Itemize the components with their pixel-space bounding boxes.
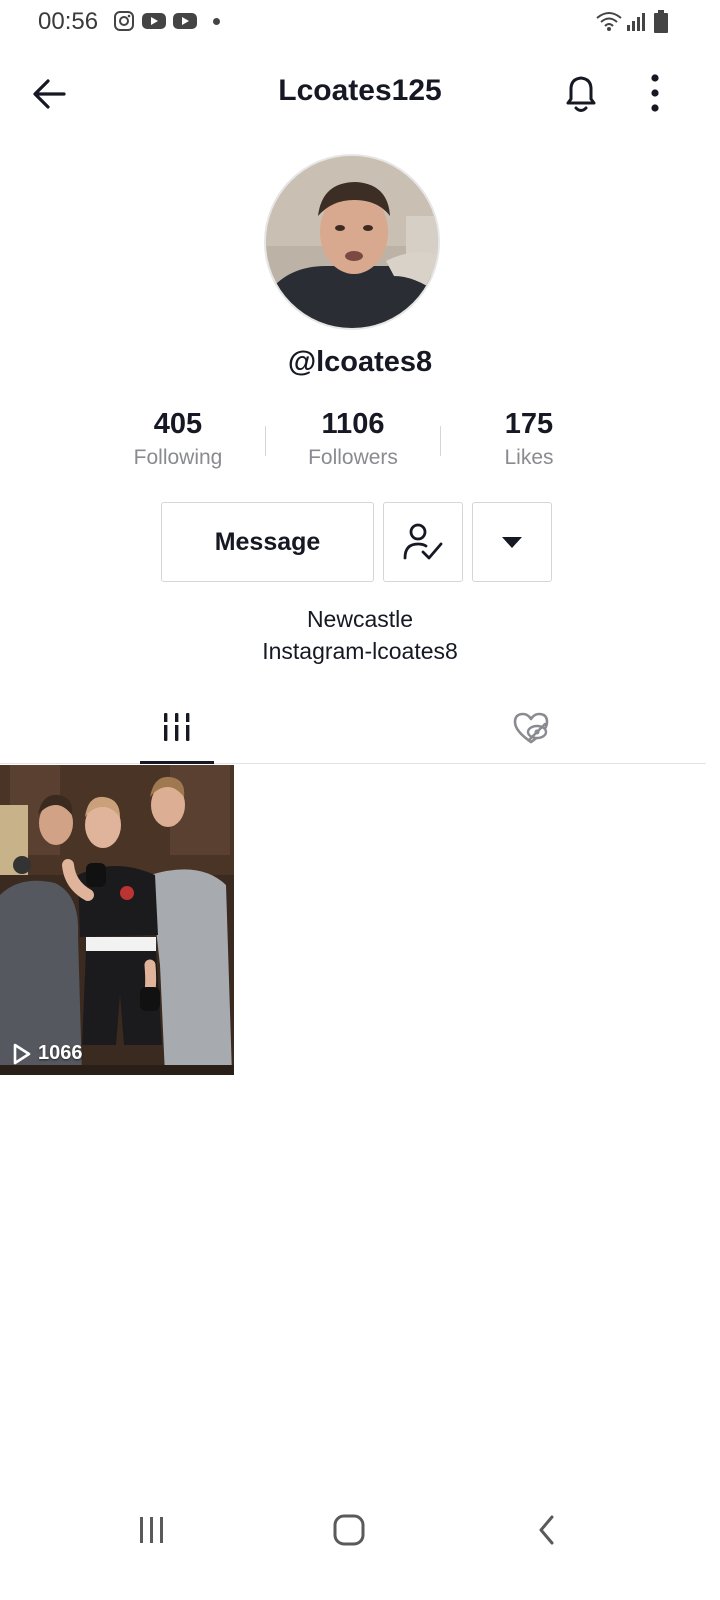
caret-down-icon	[502, 537, 522, 548]
stat-label: Likes	[504, 446, 554, 469]
battery-icon	[654, 10, 668, 33]
grid-icon	[162, 712, 192, 741]
stat-label: Followers	[308, 446, 398, 469]
recent-apps-button[interactable]	[122, 1508, 182, 1552]
profile-header: Lcoates125	[0, 52, 720, 132]
recent-apps-icon	[140, 1517, 163, 1543]
instagram-icon	[114, 11, 134, 31]
system-back-button[interactable]	[517, 1508, 577, 1552]
stat-value: 1106	[321, 408, 385, 440]
video-thumbnail-image	[0, 765, 234, 1075]
stat-value: 175	[504, 408, 554, 440]
bell-icon[interactable]	[558, 70, 604, 116]
message-button[interactable]: Message	[161, 502, 374, 582]
view-count: 1066	[38, 1042, 83, 1064]
stat-likes[interactable]: 175 Likes	[444, 404, 614, 470]
liked-hidden-icon	[513, 712, 549, 744]
stat-label: Following	[133, 446, 223, 469]
suggestions-dropdown-button[interactable]	[472, 502, 552, 582]
avatar-photo	[266, 156, 438, 328]
bio-line: Instagram-lcoates8	[262, 638, 458, 664]
youtube-icon	[142, 13, 166, 29]
signal-icon	[627, 13, 645, 31]
home-icon	[333, 1514, 365, 1546]
youtube-icon	[173, 13, 197, 29]
user-check-icon	[403, 523, 443, 560]
home-button[interactable]	[319, 1508, 379, 1552]
username: @lcoates8	[287, 346, 433, 378]
play-icon	[13, 1043, 31, 1064]
video-thumbnail[interactable]: 1066	[0, 765, 234, 1075]
avatar[interactable]	[264, 154, 440, 330]
notification-dot	[213, 18, 220, 25]
system-nav-bar	[0, 1490, 720, 1570]
stat-divider	[440, 426, 441, 456]
stat-following[interactable]: 405 Following	[93, 404, 263, 470]
stat-value: 405	[153, 408, 203, 440]
tab-videos[interactable]	[140, 692, 214, 764]
tab-liked[interactable]	[494, 692, 568, 764]
wifi-icon	[596, 12, 622, 31]
status-bar: 00:56	[0, 0, 720, 44]
more-options-icon[interactable]	[640, 70, 670, 116]
play-count: 1066	[12, 1042, 83, 1065]
bio-line: Newcastle	[306, 606, 414, 632]
stat-divider	[265, 426, 266, 456]
following-button[interactable]	[383, 502, 463, 582]
page-title: Lcoates125	[278, 74, 442, 107]
status-time: 00:56	[38, 8, 99, 35]
profile-tabs	[0, 692, 706, 764]
stat-followers[interactable]: 1106 Followers	[268, 404, 438, 470]
chevron-left-icon	[539, 1515, 554, 1545]
